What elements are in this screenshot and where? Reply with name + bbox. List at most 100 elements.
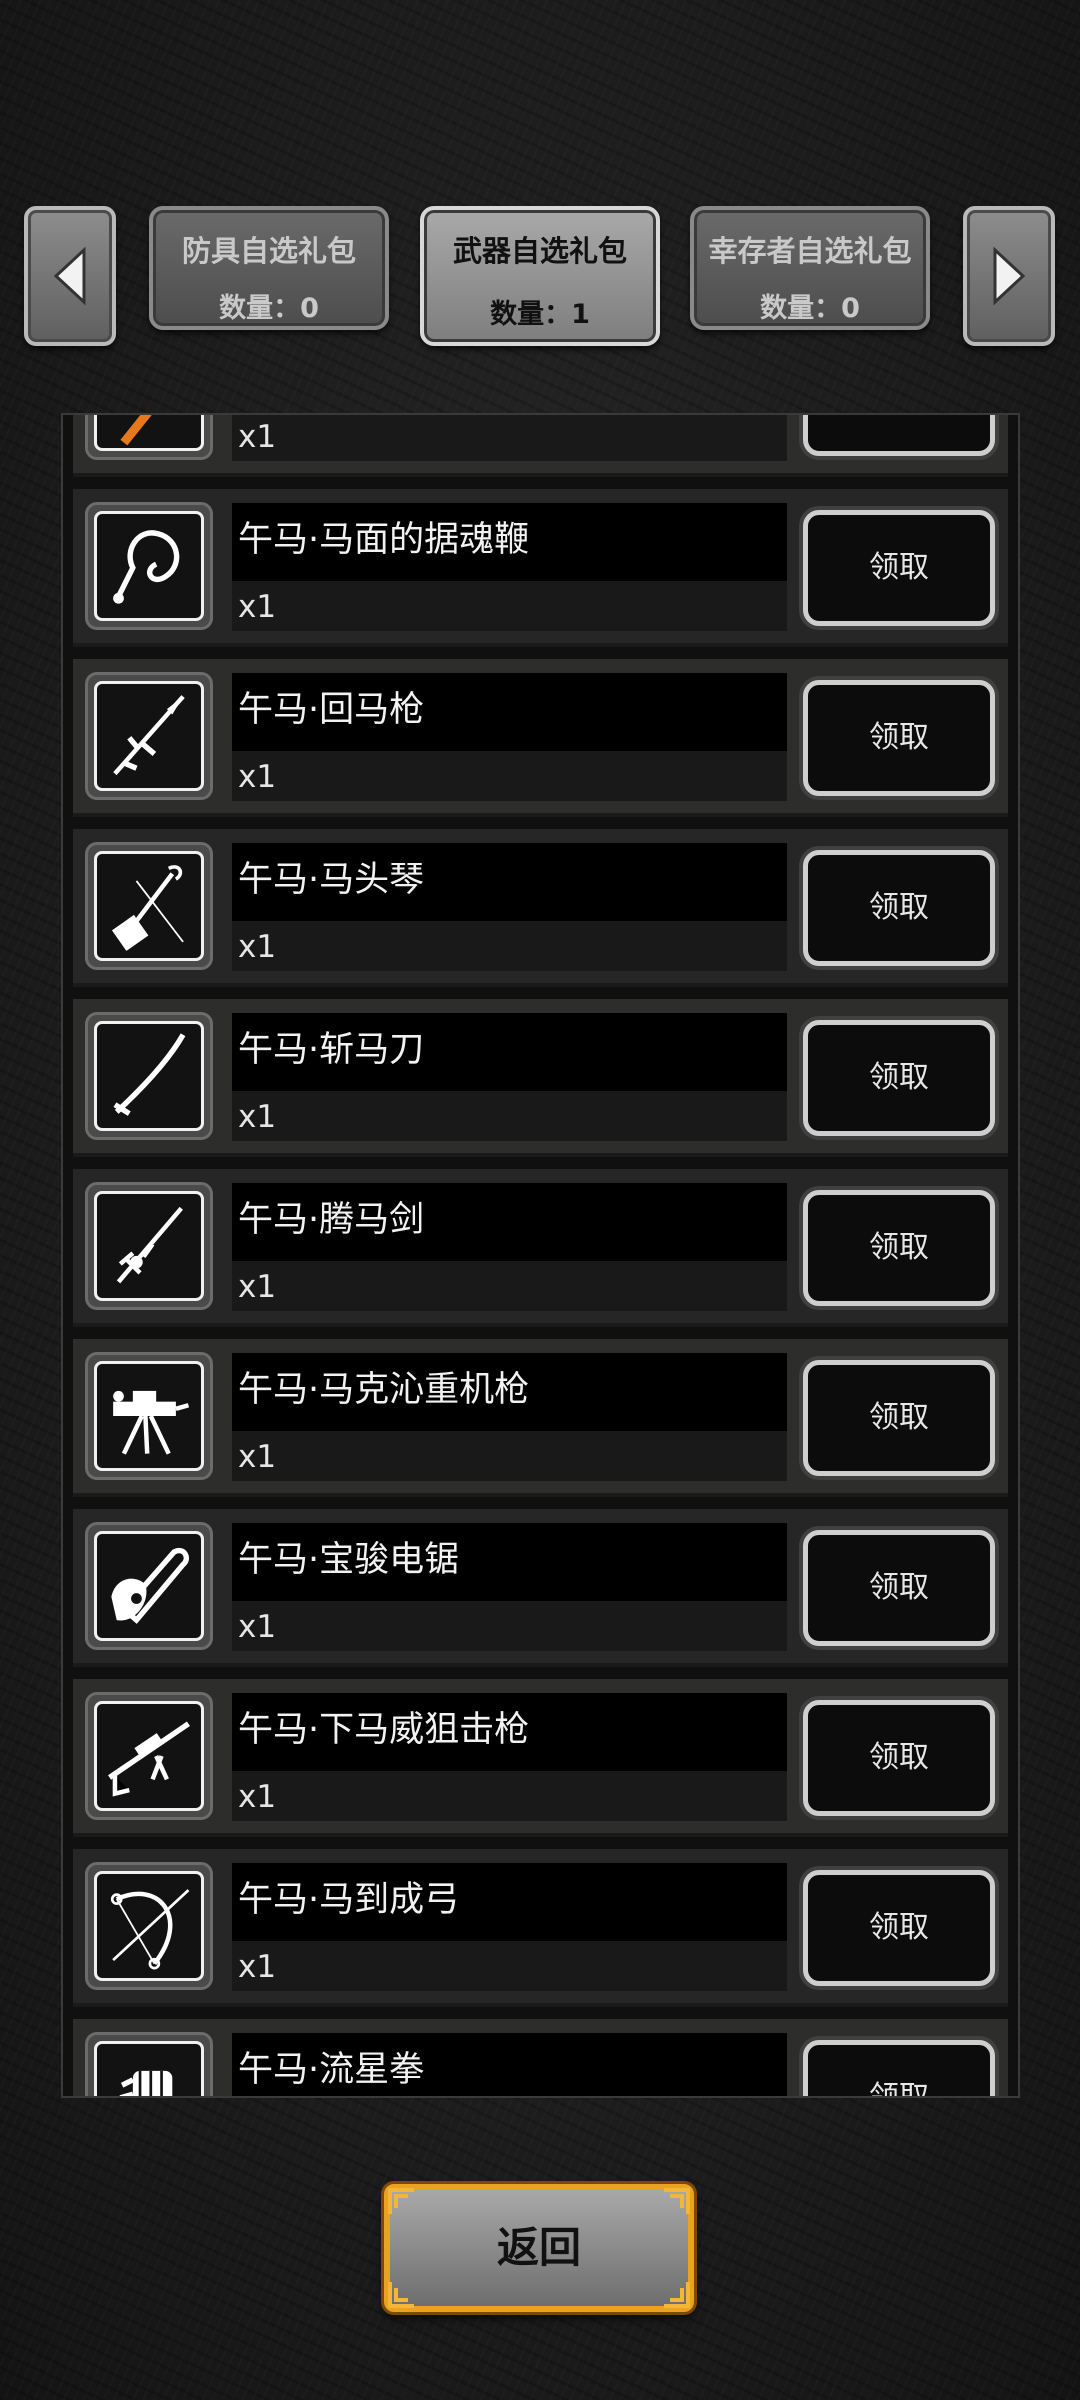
tab-title: 武器自选礼包 xyxy=(452,234,627,268)
corner-ornament-icon xyxy=(388,2188,414,2214)
item-qty-bar: x1 xyxy=(232,921,787,971)
item-name: 午马·马克沁重机枪 xyxy=(238,1370,530,1410)
prev-tab-button[interactable] xyxy=(24,206,116,346)
item-name: 午马·宝骏电锯 xyxy=(238,1540,460,1580)
list-item: 午马·马到成弓 x1 领取 xyxy=(73,1849,1008,2007)
claim-button[interactable]: 领取 xyxy=(803,510,995,626)
item-qty-bar: x1 xyxy=(232,1431,787,1481)
claim-label: 领取 xyxy=(869,1230,929,1265)
reward-list[interactable]: x1领取午马·马面的据魂鞭x1领取午马·回马枪x1领取午马·马头琴x1领取午马·… xyxy=(61,413,1020,2098)
claim-label: 领取 xyxy=(869,1400,929,1435)
tab-count: 数量：0 xyxy=(219,293,319,324)
tab-count: 数量：0 xyxy=(760,293,860,324)
item-name: 午马·流星拳 xyxy=(238,2050,425,2090)
item-qty: x1 xyxy=(238,1949,277,1985)
item-qty: x1 xyxy=(238,1779,277,1815)
claim-button[interactable]: 领取 xyxy=(803,1190,995,1306)
chevron-right-icon xyxy=(993,246,1026,306)
item-qty: x1 xyxy=(238,1099,277,1135)
claim-button[interactable]: 领取 xyxy=(803,1360,995,1476)
item-icon-frame xyxy=(85,2032,213,2096)
item-qty: x1 xyxy=(238,759,277,795)
item-name-bar: 午马·马克沁重机枪 xyxy=(232,1353,787,1431)
sniper-rifle-icon xyxy=(94,1701,204,1811)
gift-pack-screen: 防具自选礼包 数量：0 武器自选礼包 数量：1 幸存者自选礼包 数量：0 x1 领… xyxy=(0,0,1080,2400)
chevron-left-icon xyxy=(53,246,86,306)
claim-label: 领取 xyxy=(869,1060,929,1095)
corner-ornament-icon xyxy=(664,2188,690,2214)
next-tab-button[interactable] xyxy=(963,206,1055,346)
item-name: 午马·回马枪 xyxy=(238,690,425,730)
claim-label: 领取 xyxy=(869,1910,929,1945)
claim-button[interactable]: 领取 xyxy=(803,1870,995,1986)
list-item: x1 领取 xyxy=(73,413,1008,477)
back-label: 返回 xyxy=(496,2223,581,2272)
item-icon-frame xyxy=(85,842,213,970)
item-name: 午马·腾马剑 xyxy=(238,1200,425,1240)
item-name-bar: 午马·马面的据魂鞭 xyxy=(232,503,787,581)
item-name-bar: 午马·下马威狙击枪 xyxy=(232,1693,787,1771)
corner-ornament-icon xyxy=(664,2282,690,2308)
item-icon-frame xyxy=(85,1522,213,1650)
item-qty-bar: x1 xyxy=(232,1771,787,1821)
list-item: 午马·回马枪 x1 领取 xyxy=(73,659,1008,817)
claim-label: 领取 xyxy=(869,2080,929,2098)
item-qty-bar: x1 xyxy=(232,751,787,801)
claim-button[interactable]: 领取 xyxy=(803,1530,995,1646)
claim-label: 领取 xyxy=(869,1570,929,1605)
mace-icon xyxy=(94,415,204,451)
machine-gun-icon xyxy=(94,1361,204,1471)
item-qty-bar: x1 xyxy=(232,1941,787,1991)
claim-button[interactable]: 领取 xyxy=(803,2040,995,2098)
item-qty-bar: x1 xyxy=(232,1091,787,1141)
claim-button[interactable]: 领取 xyxy=(803,850,995,966)
item-name-bar: 午马·马头琴 xyxy=(232,843,787,921)
item-name-bar: 午马·腾马剑 xyxy=(232,1183,787,1261)
claim-label: 领取 xyxy=(869,1740,929,1775)
list-item: 午马·下马威狙击枪 x1 领取 xyxy=(73,1679,1008,1837)
gauntlet-icon xyxy=(94,2041,204,2096)
item-qty-bar: x1 xyxy=(232,581,787,631)
item-icon-frame xyxy=(85,1692,213,1820)
item-icon-frame xyxy=(85,1012,213,1140)
claim-button[interactable]: 领取 xyxy=(803,1700,995,1816)
back-button[interactable]: 返回 xyxy=(384,2184,694,2312)
item-name-bar: 午马·回马枪 xyxy=(232,673,787,751)
tab-title: 防具自选礼包 xyxy=(181,234,356,268)
item-name-bar: 午马·斩马刀 xyxy=(232,1013,787,1091)
item-icon-frame xyxy=(85,1862,213,1990)
claim-button[interactable]: 领取 xyxy=(803,413,995,456)
claim-label: 领取 xyxy=(869,720,929,755)
claim-label: 领取 xyxy=(869,550,929,585)
item-qty: x1 xyxy=(238,1269,277,1305)
tab-armor-pack[interactable]: 防具自选礼包 数量：0 xyxy=(149,206,389,330)
bow-icon xyxy=(94,1871,204,1981)
spear-icon xyxy=(94,681,204,791)
claim-label: 领取 xyxy=(869,413,929,415)
item-qty: x1 xyxy=(238,1439,277,1475)
list-item: 午马·腾马剑 x1 领取 xyxy=(73,1169,1008,1327)
corner-ornament-icon xyxy=(388,2282,414,2308)
item-qty: x1 xyxy=(238,419,277,455)
item-qty: x1 xyxy=(238,589,277,625)
item-name: 午马·斩马刀 xyxy=(238,1030,425,1070)
list-item: 午马·马面的据魂鞭 x1 领取 xyxy=(73,489,1008,647)
claim-button[interactable]: 领取 xyxy=(803,680,995,796)
item-icon-frame xyxy=(85,1182,213,1310)
sword-icon xyxy=(94,1191,204,1301)
item-icon-frame xyxy=(85,502,213,630)
item-name: 午马·下马威狙击枪 xyxy=(238,1710,530,1750)
item-qty-bar: x1 xyxy=(232,415,787,461)
tab-survivor-pack[interactable]: 幸存者自选礼包 数量：0 xyxy=(690,206,930,330)
item-name-bar: 午马·宝骏电锯 xyxy=(232,1523,787,1601)
item-name: 午马·马面的据魂鞭 xyxy=(238,520,530,560)
item-qty: x1 xyxy=(238,1609,277,1645)
item-name-bar: 午马·流星拳 xyxy=(232,2033,787,2096)
item-name: 午马·马头琴 xyxy=(238,860,425,900)
chainsaw-icon xyxy=(94,1531,204,1641)
item-qty: x1 xyxy=(238,929,277,965)
tab-weapon-pack[interactable]: 武器自选礼包 数量：1 xyxy=(420,206,660,346)
list-item: 午马·马头琴 x1 领取 xyxy=(73,829,1008,987)
claim-button[interactable]: 领取 xyxy=(803,1020,995,1136)
list-item: 午马·斩马刀 x1 领取 xyxy=(73,999,1008,1157)
